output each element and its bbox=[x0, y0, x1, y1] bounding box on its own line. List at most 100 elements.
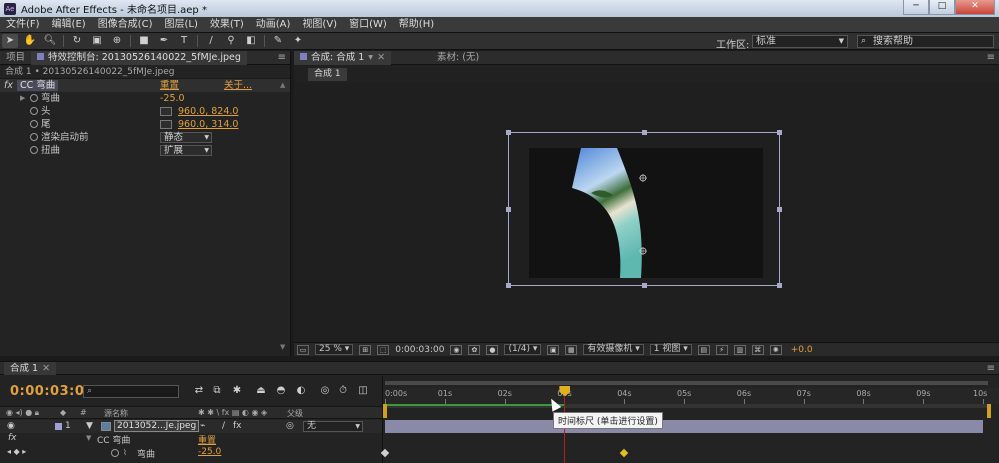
layer-bounding-box[interactable] bbox=[506, 130, 782, 288]
work-area-bar[interactable] bbox=[385, 381, 988, 385]
property-value-scrubber[interactable]: -25.0 bbox=[160, 92, 185, 105]
stopwatch-icon[interactable] bbox=[30, 120, 38, 128]
scroll-down-icon[interactable]: ▼ bbox=[280, 343, 285, 351]
menu-window[interactable]: 窗口(W) bbox=[343, 17, 393, 33]
fx-toggle[interactable]: fx bbox=[8, 433, 17, 443]
property-value-scrubber[interactable]: 960.0, 824.0 bbox=[178, 105, 238, 118]
fx-toggle[interactable]: fx bbox=[4, 79, 13, 92]
pan-behind-tool-icon[interactable]: ⊕ bbox=[109, 34, 125, 48]
panel-menu-icon[interactable]: ≡ bbox=[987, 51, 995, 65]
stopwatch-icon[interactable] bbox=[30, 133, 38, 141]
camera-tool-icon[interactable]: ▣ bbox=[89, 34, 105, 48]
transform-handle[interactable] bbox=[642, 130, 647, 135]
menu-composition[interactable]: 图像合成(C) bbox=[92, 17, 159, 33]
toggle-pixel-aspect-icon[interactable]: ▤ bbox=[697, 344, 710, 355]
auto-keyframe-icon[interactable]: ◎ bbox=[318, 384, 332, 398]
safe-margins-icon[interactable]: ⊞ bbox=[359, 344, 372, 355]
stopwatch-icon[interactable] bbox=[30, 146, 38, 154]
channel-rgb-icon[interactable]: ● bbox=[486, 344, 499, 355]
tab-timeline-comp[interactable]: 合成 1 ✕ bbox=[4, 362, 57, 375]
menu-help[interactable]: 帮助(H) bbox=[393, 17, 440, 33]
snapshot-camera-icon[interactable]: ◉ bbox=[450, 344, 463, 355]
transform-handle[interactable] bbox=[777, 130, 782, 135]
column-source-name[interactable]: 源名称 bbox=[104, 408, 128, 419]
eye-icon[interactable]: ◉ bbox=[7, 421, 15, 431]
composition-viewer[interactable] bbox=[294, 83, 999, 341]
current-time-display[interactable]: 0:00:03:00 bbox=[395, 345, 444, 355]
maximize-button[interactable]: □ bbox=[929, 0, 955, 15]
close-icon[interactable]: ✕ bbox=[42, 363, 50, 374]
brainstorm-icon[interactable]: ◐ bbox=[294, 384, 308, 398]
scroll-up-icon[interactable]: ▲ bbox=[280, 81, 285, 89]
vertical-scrollbar[interactable]: ▲ ▼ bbox=[280, 81, 288, 351]
exposure-value[interactable]: +0.0 bbox=[791, 345, 813, 355]
property-row[interactable]: ◂ ◆ ▸ ⌇ 弯曲 -25.0 bbox=[0, 447, 382, 460]
flowchart-icon[interactable]: ⌘ bbox=[751, 344, 764, 355]
pickwhip-icon[interactable]: ◎ bbox=[286, 421, 294, 431]
menu-animation[interactable]: 动画(A) bbox=[250, 17, 297, 33]
panel-menu-icon[interactable]: ≡ bbox=[278, 51, 286, 65]
stopwatch-icon[interactable] bbox=[30, 107, 38, 115]
tab-footage[interactable]: 素材: (无) bbox=[431, 51, 485, 65]
rectangle-tool-icon[interactable]: ■ bbox=[136, 34, 152, 48]
view-layout-select[interactable]: 1 视图 ▾ bbox=[649, 344, 692, 355]
timeline-current-time[interactable]: 0:00:03:00 bbox=[10, 384, 94, 399]
stopwatch-icon[interactable] bbox=[111, 449, 119, 457]
panel-lock-icon[interactable] bbox=[300, 52, 307, 60]
work-area-end-bracket[interactable] bbox=[987, 404, 991, 418]
toggle-mask-icon[interactable]: ⬚ bbox=[377, 344, 390, 355]
distort-select[interactable]: 扩展 ▼ bbox=[160, 145, 212, 156]
work-area-start-bracket[interactable] bbox=[383, 404, 387, 418]
twirl-right-icon[interactable]: ▶ bbox=[20, 92, 25, 105]
zoom-tool-icon[interactable]: 🔍︎ bbox=[42, 34, 58, 48]
label-color-swatch[interactable] bbox=[55, 423, 62, 430]
workspace-select[interactable]: 标准 ▼ bbox=[752, 35, 848, 48]
stopwatch-icon[interactable] bbox=[30, 94, 38, 102]
draft-3d-icon[interactable]: ⧉ bbox=[210, 384, 224, 398]
keyframe-diamond[interactable] bbox=[619, 448, 629, 458]
camera-select[interactable]: 有效摄像机 ▾ bbox=[583, 344, 644, 355]
timeline-search-input[interactable]: ⌕ bbox=[83, 385, 179, 398]
puppet-pin-tool-icon[interactable]: ✦ bbox=[290, 34, 306, 48]
point-target-icon[interactable] bbox=[160, 120, 172, 129]
transparency-grid-icon[interactable]: ▦ bbox=[565, 344, 578, 355]
clone-stamp-tool-icon[interactable]: ⚲ bbox=[223, 34, 239, 48]
effect-reset-link[interactable]: 重置 bbox=[198, 433, 216, 446]
point-target-icon[interactable] bbox=[160, 107, 172, 116]
layer-duration-bar[interactable] bbox=[385, 420, 983, 433]
effect-name[interactable]: CC 弯曲 bbox=[17, 80, 59, 91]
timeline-graph-area[interactable]: 0:00s01s02s03s04s05s06s07s08s09s10s 时间标尺… bbox=[380, 376, 999, 463]
panel-lock-icon[interactable] bbox=[37, 52, 45, 60]
twirl-down-icon[interactable]: ▼ bbox=[86, 434, 91, 442]
magnification-select[interactable]: 25 % ▾ bbox=[315, 344, 354, 355]
pen-tool-icon[interactable]: ✒ bbox=[156, 34, 172, 48]
effect-row[interactable]: fx ▼ CC 弯曲 重置 bbox=[0, 433, 382, 446]
roto-brush-tool-icon[interactable]: ✎ bbox=[270, 34, 286, 48]
transform-handle[interactable] bbox=[506, 207, 511, 212]
brush-tool-icon[interactable]: / bbox=[203, 34, 219, 48]
fast-preview-icon[interactable]: ⚡ bbox=[715, 344, 728, 355]
tab-composition[interactable]: 合成: 合成 1 ▾ ✕ bbox=[294, 50, 392, 65]
transform-handle[interactable] bbox=[506, 283, 511, 288]
hide-shy-layers-icon[interactable]: ✱ bbox=[230, 384, 244, 398]
hand-tool-icon[interactable]: ✋ bbox=[22, 34, 38, 48]
property-value-scrubber[interactable]: -25.0 bbox=[198, 447, 221, 457]
graph-editor-toggle-icon[interactable]: ◫ bbox=[356, 384, 370, 398]
keyframe-diamond[interactable] bbox=[380, 448, 390, 458]
close-button[interactable]: ✕ bbox=[955, 0, 995, 15]
menu-file[interactable]: 文件(F) bbox=[0, 17, 46, 33]
quality-switch-icon[interactable]: / bbox=[222, 421, 225, 431]
time-ruler[interactable]: 0:00s01s02s03s04s05s06s07s08s09s10s bbox=[383, 388, 999, 404]
graph-editor-icon[interactable]: ⏱ bbox=[336, 384, 350, 398]
panel-menu-icon[interactable]: ≡ bbox=[987, 362, 995, 376]
menu-view[interactable]: 视图(V) bbox=[296, 17, 343, 33]
tab-effect-controls[interactable]: 特效控制台: 20130526140022_5fMJe.jpeg bbox=[31, 50, 247, 65]
text-tool-icon[interactable]: T bbox=[176, 34, 192, 48]
shy-switch-icon[interactable]: ⌁ bbox=[200, 421, 205, 431]
eraser-tool-icon[interactable]: ◧ bbox=[243, 34, 259, 48]
twirl-down-icon[interactable]: ▼ bbox=[86, 421, 93, 431]
rotate-tool-icon[interactable]: ↻ bbox=[69, 34, 85, 48]
graph-icon[interactable]: ⌇ bbox=[123, 448, 127, 457]
motion-blur-icon[interactable]: ◓ bbox=[274, 384, 288, 398]
exposure-reset-icon[interactable]: ✺ bbox=[769, 344, 782, 355]
